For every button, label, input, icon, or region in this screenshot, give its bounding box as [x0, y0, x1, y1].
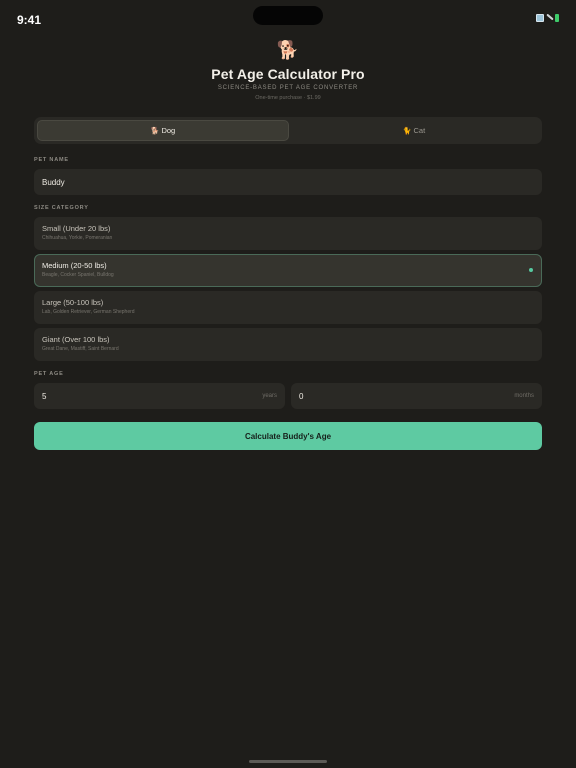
size-option-large[interactable]: Large (50-100 lbs) Lab, Golden Retriever… [34, 291, 542, 324]
pet-age-label: PET AGE [34, 371, 64, 377]
segment-dog-label: Dog [161, 126, 176, 135]
segment-cat[interactable]: 🐈 Cat [289, 120, 539, 141]
pet-name-input[interactable]: Buddy [34, 169, 542, 195]
pet-name-label: PET NAME [34, 157, 69, 163]
segment-dog[interactable]: 🐕 Dog [37, 120, 289, 141]
home-indicator[interactable] [249, 760, 327, 763]
age-months-value: 0 [299, 391, 304, 401]
age-months-unit: months [514, 393, 534, 399]
segment-cat-label: Cat [413, 126, 426, 135]
photo-icon [536, 14, 544, 22]
status-icons [536, 14, 559, 22]
battery-icon [555, 14, 559, 22]
calculate-button[interactable]: Calculate Buddy's Age [34, 422, 542, 450]
cat-icon: 🐈 [402, 127, 412, 135]
age-years-unit: years [262, 393, 277, 399]
wifi-icon [546, 15, 553, 22]
dog-icon: 🐕 [150, 127, 160, 135]
page-title: Pet Age Calculator Pro [211, 66, 365, 82]
status-time: 9:41 [17, 13, 42, 27]
size-option-giant[interactable]: Giant (Over 100 lbs) Great Dane, Mastiff… [34, 328, 542, 361]
age-months-input[interactable]: 0 months [291, 383, 542, 409]
dog-icon: 🐕 [276, 40, 300, 60]
size-option-medium[interactable]: Medium (20-50 lbs) Beagle, Cocker Spanie… [34, 254, 542, 287]
page-subtitle: SCIENCE-BASED PET AGE CONVERTER [217, 85, 359, 91]
size-option-examples: Lab, Golden Retriever, German Shepherd [42, 309, 135, 315]
size-option-small[interactable]: Small (Under 20 lbs) Chihuahua, Yorkie, … [34, 217, 542, 250]
size-option-examples: Great Dane, Mastiff, Saint Bernard [42, 346, 119, 352]
size-option-examples: Beagle, Cocker Spaniel, Bulldog [42, 272, 114, 278]
size-option-title: Small (Under 20 lbs) [42, 224, 111, 233]
age-years-input[interactable]: 5 years [34, 383, 285, 409]
size-category-label: SIZE CATEGORY [34, 205, 89, 211]
selected-indicator-dot [529, 268, 533, 272]
purchase-note: One-time purchase · $1.99 [255, 95, 321, 101]
size-option-examples: Chihuahua, Yorkie, Pomeranian [42, 235, 113, 241]
size-option-title: Medium (20-50 lbs) [42, 261, 107, 270]
size-option-title: Giant (Over 100 lbs) [42, 335, 110, 344]
size-option-title: Large (50-100 lbs) [42, 298, 104, 307]
age-years-value: 5 [42, 391, 47, 401]
pet-name-value: Buddy [42, 177, 65, 187]
pet-type-segmented-control: 🐕 Dog 🐈 Cat [34, 117, 542, 144]
status-bar: 9:41 [0, 0, 576, 34]
dynamic-island [253, 6, 323, 25]
